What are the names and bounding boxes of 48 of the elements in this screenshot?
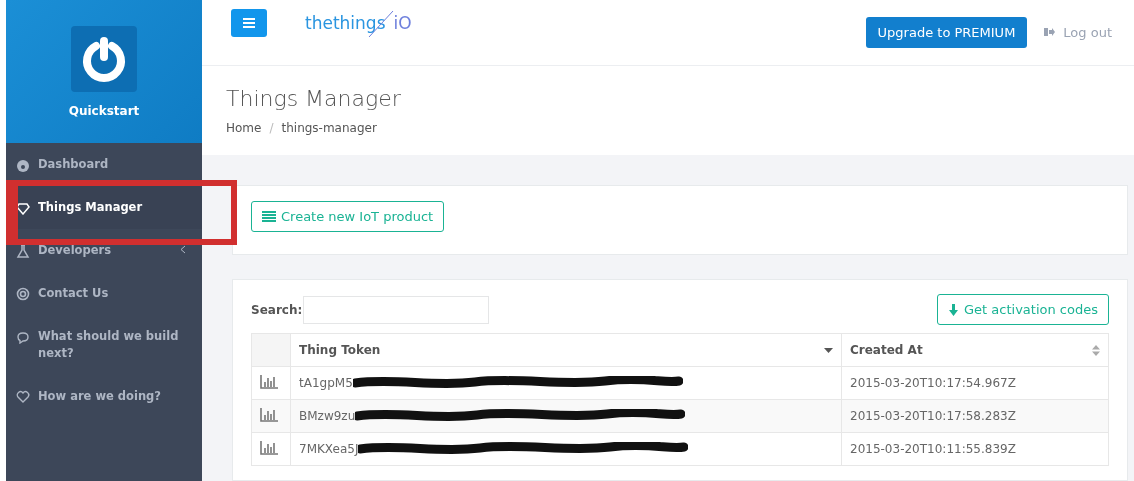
heart-icon [16, 390, 30, 404]
table-cell: 7MKXea5J [299, 442, 359, 456]
sidebar-item-label: Dashboard [38, 156, 109, 173]
bar-chart-icon[interactable] [260, 374, 278, 389]
diamond-icon [16, 201, 30, 215]
search-field[interactable] [303, 295, 490, 324]
sidebar-item[interactable]: How are we doing? [6, 375, 202, 418]
sidebar-item-label: How are we doing? [38, 388, 161, 405]
column-header[interactable]: Created At [841, 333, 1109, 367]
table-cell: 2015-03-20T10:17:54.967Z [841, 366, 1109, 400]
sidebar-item-label: What should we build next? [38, 328, 180, 362]
table-cell: 2015-03-20T10:11:55.839Z [841, 432, 1109, 466]
create-product-button[interactable]: Create new IoT product [251, 200, 445, 232]
column-header[interactable]: Thing Token [290, 333, 842, 367]
sign-out-icon [1043, 27, 1056, 38]
sort-icon [1092, 344, 1100, 356]
flask-icon [16, 244, 30, 258]
down-arrow-icon [948, 303, 960, 316]
table-cell: BMzw9zu [299, 409, 356, 423]
table-cell: 2015-03-20T10:17:58.283Z [841, 399, 1109, 433]
power-logo-icon [71, 25, 137, 92]
sidebar-item-label: Things Manager [38, 199, 143, 216]
sidebar-item-label: Contact Us [38, 285, 109, 302]
chat-icon [16, 330, 30, 344]
bar-chart-icon[interactable] [260, 407, 278, 422]
bar-chart-icon[interactable] [260, 440, 278, 455]
sidebar-item[interactable]: Developers [6, 229, 202, 272]
activation-codes-button[interactable]: Get activation codes [937, 294, 1109, 325]
sort-down-icon [824, 347, 833, 353]
menu-icon [243, 18, 255, 29]
lifebuoy-icon [16, 287, 30, 301]
menu-button[interactable] [231, 9, 267, 38]
upgrade-button[interactable]: Upgrade to PREMIUM [865, 16, 1028, 48]
breadcrumb-item: things-manager [281, 120, 377, 135]
page-title: Things Manager [226, 85, 402, 111]
list-icon [262, 210, 276, 222]
sidebar-item[interactable]: Contact Us [6, 272, 202, 315]
search-label: Search: [251, 302, 303, 317]
table-cell: tA1gpM5 [299, 376, 353, 390]
breadcrumb-item[interactable]: Home [226, 120, 262, 135]
sidebar-item[interactable]: What should we build next? [6, 315, 202, 375]
breadcrumb-separator: / [269, 120, 274, 135]
app-title: Quickstart [68, 103, 140, 118]
dashboard-icon [16, 158, 30, 172]
brand-logo: thethings iO [305, 13, 412, 34]
logout-link[interactable]: Log out [1043, 24, 1112, 40]
sidebar-item[interactable]: Dashboard [6, 143, 202, 186]
sidebar-item-label: Developers [38, 242, 112, 259]
